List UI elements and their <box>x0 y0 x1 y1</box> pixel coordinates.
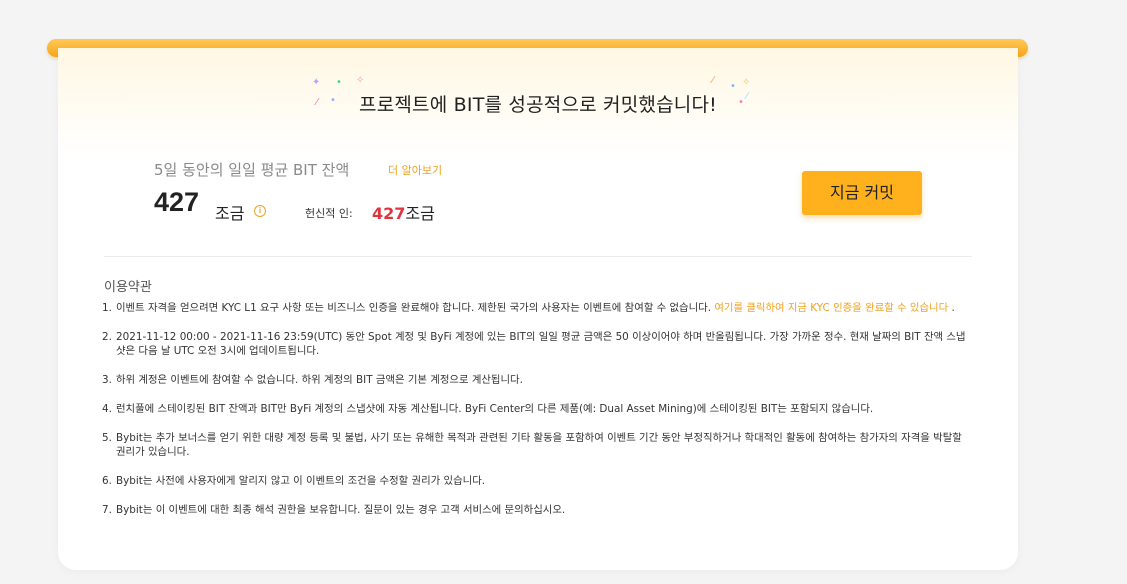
terms-list: 1. 이벤트 자격을 얻으려면 KYC L1 요구 사항 또는 비즈니스 인증을 … <box>102 301 974 532</box>
terms-item: 3. 하위 계정은 이벤트에 참여할 수 없습니다. 하위 계정의 BIT 금액은… <box>102 374 523 386</box>
terms-item: 1. 이벤트 자격을 얻으려면 KYC L1 요구 사항 또는 비즈니스 인증을 … <box>102 302 955 314</box>
committed-label: 헌신적 인: <box>305 207 353 220</box>
confetti-icon: ✦ <box>312 77 321 88</box>
committed-value: 427조금 <box>372 200 435 224</box>
confetti-icon: ✧ <box>742 77 751 88</box>
learn-more-link[interactable]: 더 알아보기 <box>388 162 442 178</box>
terms-item: 4. 런치풀에 스테이킹된 BIT 잔액과 BIT만 ByFi 계정의 스냅샷에 … <box>102 403 874 415</box>
balance-amount: 427 <box>154 187 200 217</box>
terms-item: 5. Bybit는 추가 보너스를 얻기 위한 대량 계정 등록 및 불법, 사기… <box>102 432 962 458</box>
confetti-icon: ✧ <box>356 75 365 86</box>
terms-item: 6. Bybit는 사전에 사용자에게 알리지 않고 이 이벤트의 조건을 수정할… <box>102 475 486 487</box>
commit-result-card: ✦ • ✧ ⁄ • ⁄ • ✧ • ⁄ 프로젝트에 BIT를 성공적으로 커밋했… <box>58 48 1018 570</box>
balance-label: 5일 동안의 일일 평균 BIT 잔액 <box>154 161 350 179</box>
confetti-icon: ⁄ <box>712 75 714 86</box>
success-title: 프로젝트에 BIT를 성공적으로 커밋했습니다! <box>359 94 717 116</box>
committed-unit: 조금 <box>405 204 435 223</box>
terms-title: 이용약관 <box>104 280 152 295</box>
commit-now-button[interactable]: 지금 커밋 <box>802 171 922 215</box>
balance-unit: 조금 <box>215 204 245 223</box>
kyc-link[interactable]: 여기를 클릭하여 지금 KYC 인증을 완료할 수 있습니다 <box>714 302 948 314</box>
committed-amount: 427 <box>372 204 406 223</box>
terms-item: 2. 2021-11-12 00:00 - 2021-11-16 23:59(UT… <box>102 331 966 357</box>
terms-item: 7. Bybit는 이 이벤트에 대한 최종 해석 권한을 보유합니다. 질문이 … <box>102 504 566 516</box>
info-icon[interactable]: i <box>254 205 266 217</box>
confetti-icon: • <box>336 77 342 88</box>
divider <box>104 256 972 257</box>
